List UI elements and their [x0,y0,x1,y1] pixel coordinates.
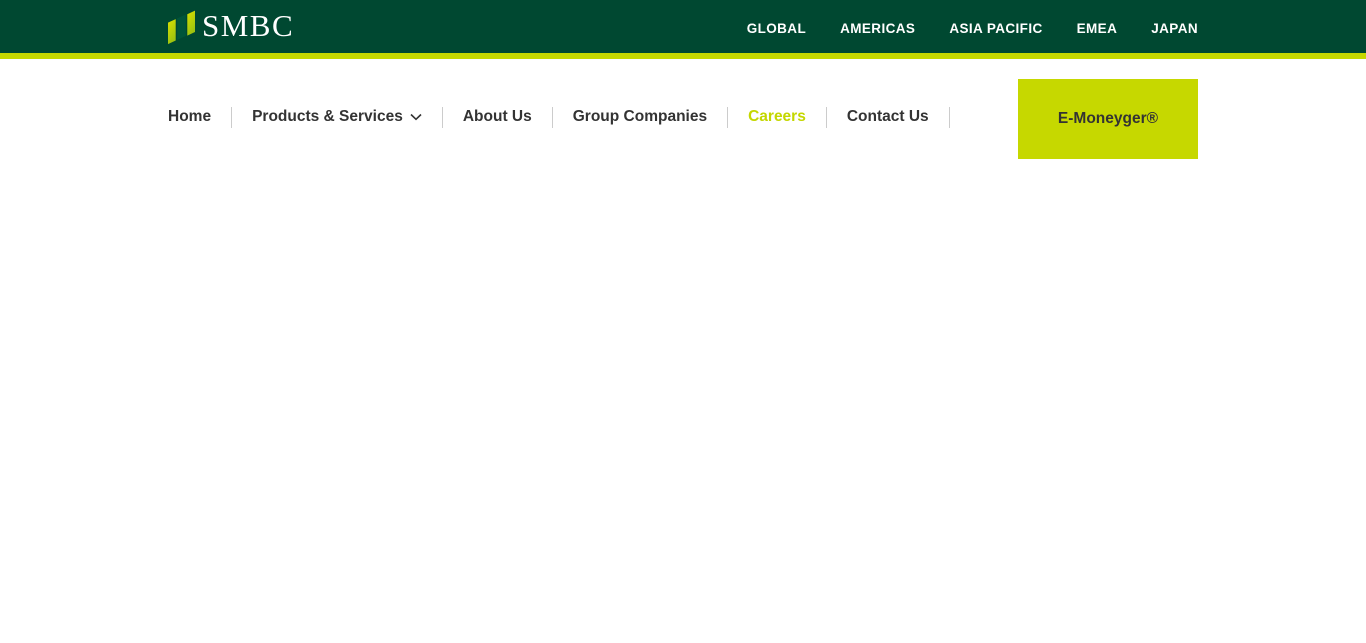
region-link-asia-pacific[interactable]: ASIA PACIFIC [949,21,1042,36]
main-content-area [0,161,1366,643]
nav-divider [442,107,443,128]
region-link-emea[interactable]: EMEA [1077,21,1118,36]
emoneyger-button[interactable]: E-Moneyger® [1018,79,1198,159]
nav-item-group-companies[interactable]: Group Companies [573,108,707,126]
nav-item-products-services-label: Products & Services [252,108,403,126]
nav-item-group-companies-label: Group Companies [573,108,707,126]
nav-item-contact-us-label: Contact Us [847,108,929,126]
region-link-japan[interactable]: JAPAN [1151,21,1198,36]
region-link-americas[interactable]: AMERICAS [840,21,915,36]
region-link-global[interactable]: GLOBAL [747,21,806,36]
nav-divider [826,107,827,128]
topbar: SMBC GLOBAL AMERICAS ASIA PACIFIC EMEA J… [0,0,1366,53]
main-nav: Home Products & Services About Us Group … [168,104,970,130]
nav-item-home[interactable]: Home [168,108,211,126]
chevron-down-icon [410,108,422,126]
header-row: Home Products & Services About Us Group … [168,59,1198,161]
nav-item-home-label: Home [168,108,211,126]
nav-divider [231,107,232,128]
nav-item-about-us[interactable]: About Us [463,108,532,126]
topbar-inner: SMBC GLOBAL AMERICAS ASIA PACIFIC EMEA J… [168,0,1198,53]
nav-divider [552,107,553,128]
nav-divider [727,107,728,128]
nav-item-contact-us[interactable]: Contact Us [847,108,929,126]
nav-item-products-services[interactable]: Products & Services [252,108,422,126]
smbc-rising-mark-icon [168,8,195,45]
nav-divider [949,107,950,128]
nav-item-careers-label: Careers [748,108,806,126]
nav-item-about-us-label: About Us [463,108,532,126]
region-nav: GLOBAL AMERICAS ASIA PACIFIC EMEA JAPAN [747,17,1198,36]
nav-item-careers[interactable]: Careers [748,108,806,126]
smbc-logo-text: SMBC [202,10,294,44]
smbc-logo[interactable]: SMBC [168,8,294,45]
